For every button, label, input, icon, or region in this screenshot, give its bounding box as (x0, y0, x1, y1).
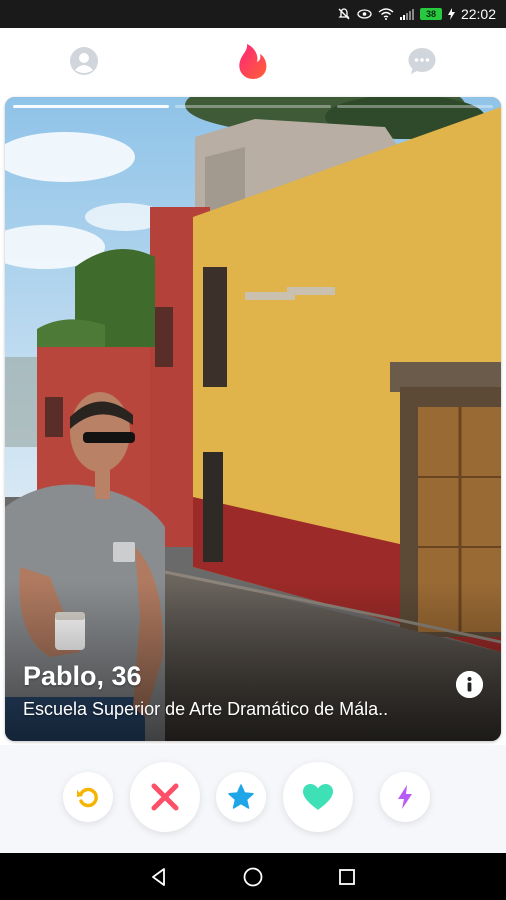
messages-button[interactable] (402, 41, 442, 81)
back-icon (152, 868, 165, 886)
info-icon (456, 671, 483, 698)
status-bar: 38 22:02 (0, 0, 506, 28)
boost-button[interactable] (380, 772, 430, 822)
super-like-icon (228, 784, 254, 809)
recents-icon (339, 869, 355, 885)
rewind-button[interactable] (63, 772, 113, 822)
profile-school: Escuela Superior de Arte Dramático de Má… (23, 699, 389, 719)
flame-icon (239, 44, 267, 79)
back-button[interactable] (146, 864, 172, 890)
recents-button[interactable] (334, 864, 360, 890)
boost-icon (398, 785, 412, 809)
photo-progress-segment (337, 105, 493, 108)
like-icon (303, 784, 333, 810)
tinder-screen: 38 22:02 Pablo, 36 Escuela Superior de A… (0, 0, 506, 900)
mute-icon (337, 7, 351, 21)
photo-progress (13, 105, 493, 109)
battery-icon: 38 (419, 8, 442, 20)
charging-icon (447, 8, 455, 20)
photo-progress-segment (13, 105, 169, 108)
action-bar (0, 745, 506, 853)
signal-icon (399, 8, 414, 20)
profile-card[interactable]: Pablo, 36 Escuela Superior de Arte Dramá… (5, 97, 501, 741)
chat-icon (408, 48, 436, 74)
super-like-button[interactable] (216, 772, 266, 822)
info-button[interactable] (456, 671, 483, 698)
status-time: 22:02 (460, 6, 496, 22)
wifi-icon (378, 8, 394, 20)
android-nav-bar (0, 853, 506, 900)
status-icons: 38 22:02 (337, 0, 496, 28)
photo-progress-segment (175, 105, 331, 108)
discover-button[interactable] (233, 41, 273, 81)
nope-icon (151, 783, 179, 811)
nope-button[interactable] (130, 762, 200, 832)
home-icon (243, 867, 263, 887)
top-nav (0, 28, 506, 94)
profile-button[interactable] (64, 41, 104, 81)
profile-name-age: Pablo, 36 (23, 661, 142, 691)
home-button[interactable] (240, 864, 266, 890)
profile-icon (70, 47, 98, 75)
like-button[interactable] (283, 762, 353, 832)
rewind-icon (77, 787, 98, 808)
eye-icon (357, 8, 372, 20)
